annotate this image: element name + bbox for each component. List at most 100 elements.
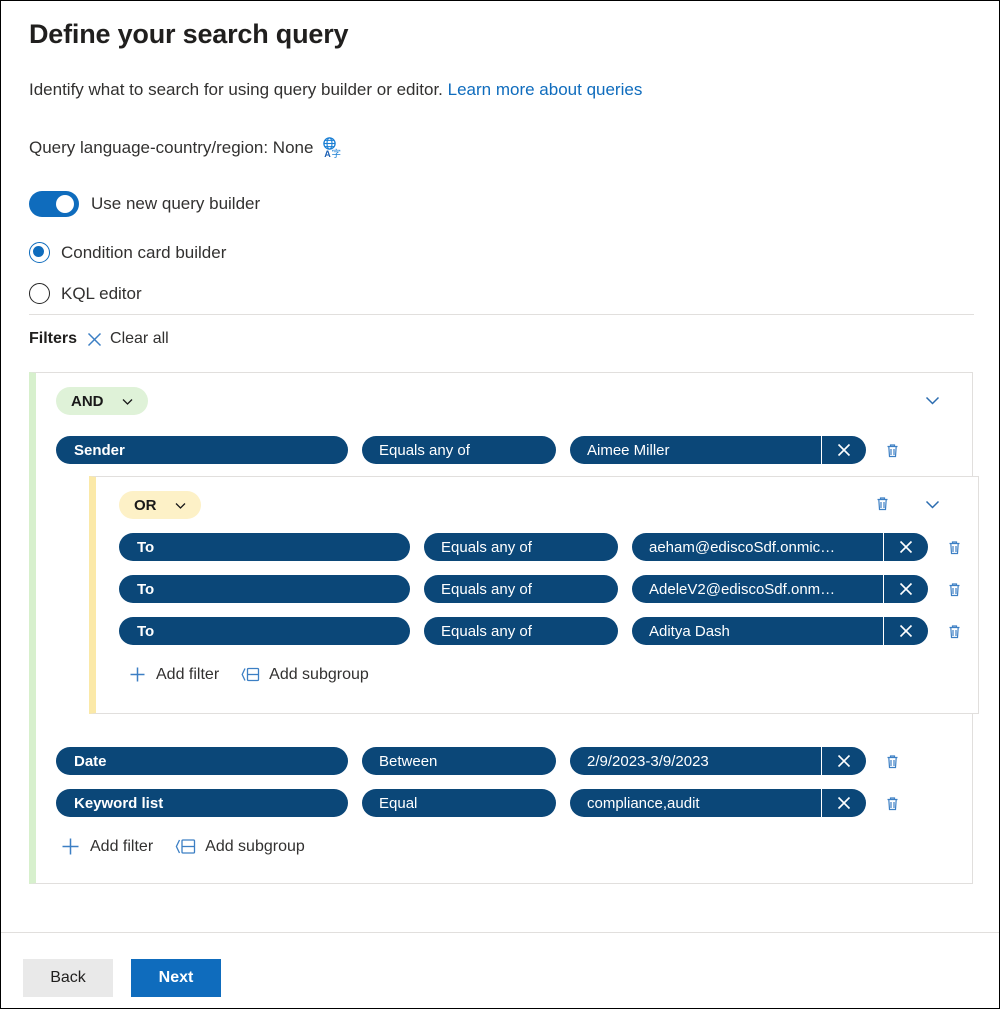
filters-toolbar: Filters Clear all [29,330,169,348]
filter-operator-pill[interactable]: Between [362,747,556,775]
delete-filter-button[interactable] [884,442,901,459]
filter-operator-label: Equals any of [441,623,532,640]
delete-filter-button[interactable] [946,539,963,556]
filter-row: To Equals any of Aditya Dash [119,617,963,645]
back-button[interactable]: Back [23,959,113,997]
chevron-down-icon [120,394,135,409]
close-x-icon [86,331,103,348]
filter-value-label: AdeleV2@ediscoSdf.onm… [632,575,883,603]
clear-value-button[interactable] [884,575,928,603]
translate-globe-icon[interactable]: A 字 [321,137,343,159]
wizard-footer: Back Next [23,959,221,997]
filter-operator-label: Equal [379,795,417,812]
filter-operator-label: Between [379,753,437,770]
subgroup-add-links: Add filter Add subgroup [128,665,369,684]
subgroup-header: OR [96,477,978,523]
filter-value-label: 2/9/2023-3/9/2023 [570,747,821,775]
filter-field-pill[interactable]: Sender [56,436,348,464]
filter-operator-pill[interactable]: Equals any of [424,575,618,603]
filter-field-pill[interactable]: To [119,617,410,645]
footer-divider [1,932,999,933]
filter-field-label: To [137,539,154,556]
filter-value-pill[interactable]: AdeleV2@ediscoSdf.onm… [632,575,928,603]
radio-condition-card-builder[interactable]: Condition card builder [29,242,226,263]
filter-field-pill[interactable]: To [119,533,410,561]
clear-value-button[interactable] [822,747,866,775]
clear-value-button[interactable] [822,436,866,464]
subgroup-operator-label: OR [134,497,157,514]
query-subgroup: OR To Equals any of [89,476,979,714]
filter-field-label: Keyword list [74,795,163,812]
filter-field-label: To [137,581,154,598]
query-group-root: AND Sender Equals any of Aimee Miller [29,372,973,884]
clear-value-button[interactable] [822,789,866,817]
filters-label: Filters [29,330,77,348]
subgroup-collapse-toggle[interactable] [923,495,942,514]
group-add-links: Add filter Add subgroup [60,836,305,857]
clear-value-button[interactable] [884,617,928,645]
add-subgroup-icon [241,666,260,683]
delete-subgroup-button[interactable] [874,495,891,512]
svg-text:字: 字 [332,148,342,159]
add-filter-label: Add filter [156,666,219,684]
toggle-label: Use new query builder [91,194,260,214]
add-subgroup-button[interactable]: Add subgroup [241,666,369,684]
radio-button-unselected[interactable] [29,283,50,304]
radio-kql-editor[interactable]: KQL editor [29,283,142,304]
filter-field-pill[interactable]: To [119,575,410,603]
filter-operator-pill[interactable]: Equals any of [424,617,618,645]
use-new-query-builder-row[interactable]: Use new query builder [29,191,260,217]
section-divider [29,314,974,315]
filter-value-pill[interactable]: compliance,audit [570,789,866,817]
filter-operator-pill[interactable]: Equal [362,789,556,817]
radio-button-selected[interactable] [29,242,50,263]
learn-more-link[interactable]: Learn more about queries [448,80,643,99]
filter-row: Sender Equals any of Aimee Miller [56,436,901,464]
page-title: Define your search query [29,19,348,50]
query-language-label: Query language-country/region: None [29,138,313,158]
add-subgroup-button[interactable]: Add subgroup [175,837,305,856]
filter-value-pill[interactable]: Aimee Miller [570,436,866,464]
filter-value-label: Aimee Miller [570,436,821,464]
filter-operator-label: Equals any of [441,581,532,598]
radio-label-kql-editor: KQL editor [61,284,142,304]
clear-all-label: Clear all [110,330,169,348]
add-subgroup-icon [175,837,196,856]
plus-icon [128,665,147,684]
clear-all-button[interactable]: Clear all [86,330,169,348]
filter-value-label: compliance,audit [570,789,821,817]
radio-label-condition-card-builder: Condition card builder [61,243,226,263]
delete-filter-button[interactable] [884,795,901,812]
add-filter-button[interactable]: Add filter [60,836,153,857]
group-collapse-toggle[interactable] [923,391,942,410]
subgroup-operator-dropdown-or[interactable]: OR [119,491,201,519]
filter-row: To Equals any of AdeleV2@ediscoSdf.onm… [119,575,963,603]
filter-value-pill[interactable]: 2/9/2023-3/9/2023 [570,747,866,775]
filter-field-pill[interactable]: Date [56,747,348,775]
filter-operator-pill[interactable]: Equals any of [362,436,556,464]
delete-filter-button[interactable] [884,753,901,770]
add-subgroup-label: Add subgroup [205,838,305,856]
filter-row: To Equals any of aeham@ediscoSdf.onmic… [119,533,963,561]
page-subtitle: Identify what to search for using query … [29,80,642,100]
add-filter-button[interactable]: Add filter [128,665,219,684]
filter-operator-pill[interactable]: Equals any of [424,533,618,561]
filter-row: Date Between 2/9/2023-3/9/2023 [56,747,901,775]
group-operator-dropdown-and[interactable]: AND [56,387,148,415]
query-language-row: Query language-country/region: None A 字 [29,137,343,159]
clear-value-button[interactable] [884,533,928,561]
filter-value-label: Aditya Dash [632,617,883,645]
delete-filter-button[interactable] [946,581,963,598]
svg-text:A: A [325,149,332,159]
filter-row: Keyword list Equal compliance,audit [56,789,901,817]
delete-filter-button[interactable] [946,623,963,640]
add-filter-label: Add filter [90,838,153,856]
filter-field-pill[interactable]: Keyword list [56,789,348,817]
toggle-knob [56,195,74,213]
use-new-query-builder-toggle[interactable] [29,191,79,217]
filter-value-pill[interactable]: Aditya Dash [632,617,928,645]
filter-field-label: To [137,623,154,640]
next-button[interactable]: Next [131,959,221,997]
filter-operator-label: Equals any of [441,539,532,556]
filter-value-pill[interactable]: aeham@ediscoSdf.onmic… [632,533,928,561]
